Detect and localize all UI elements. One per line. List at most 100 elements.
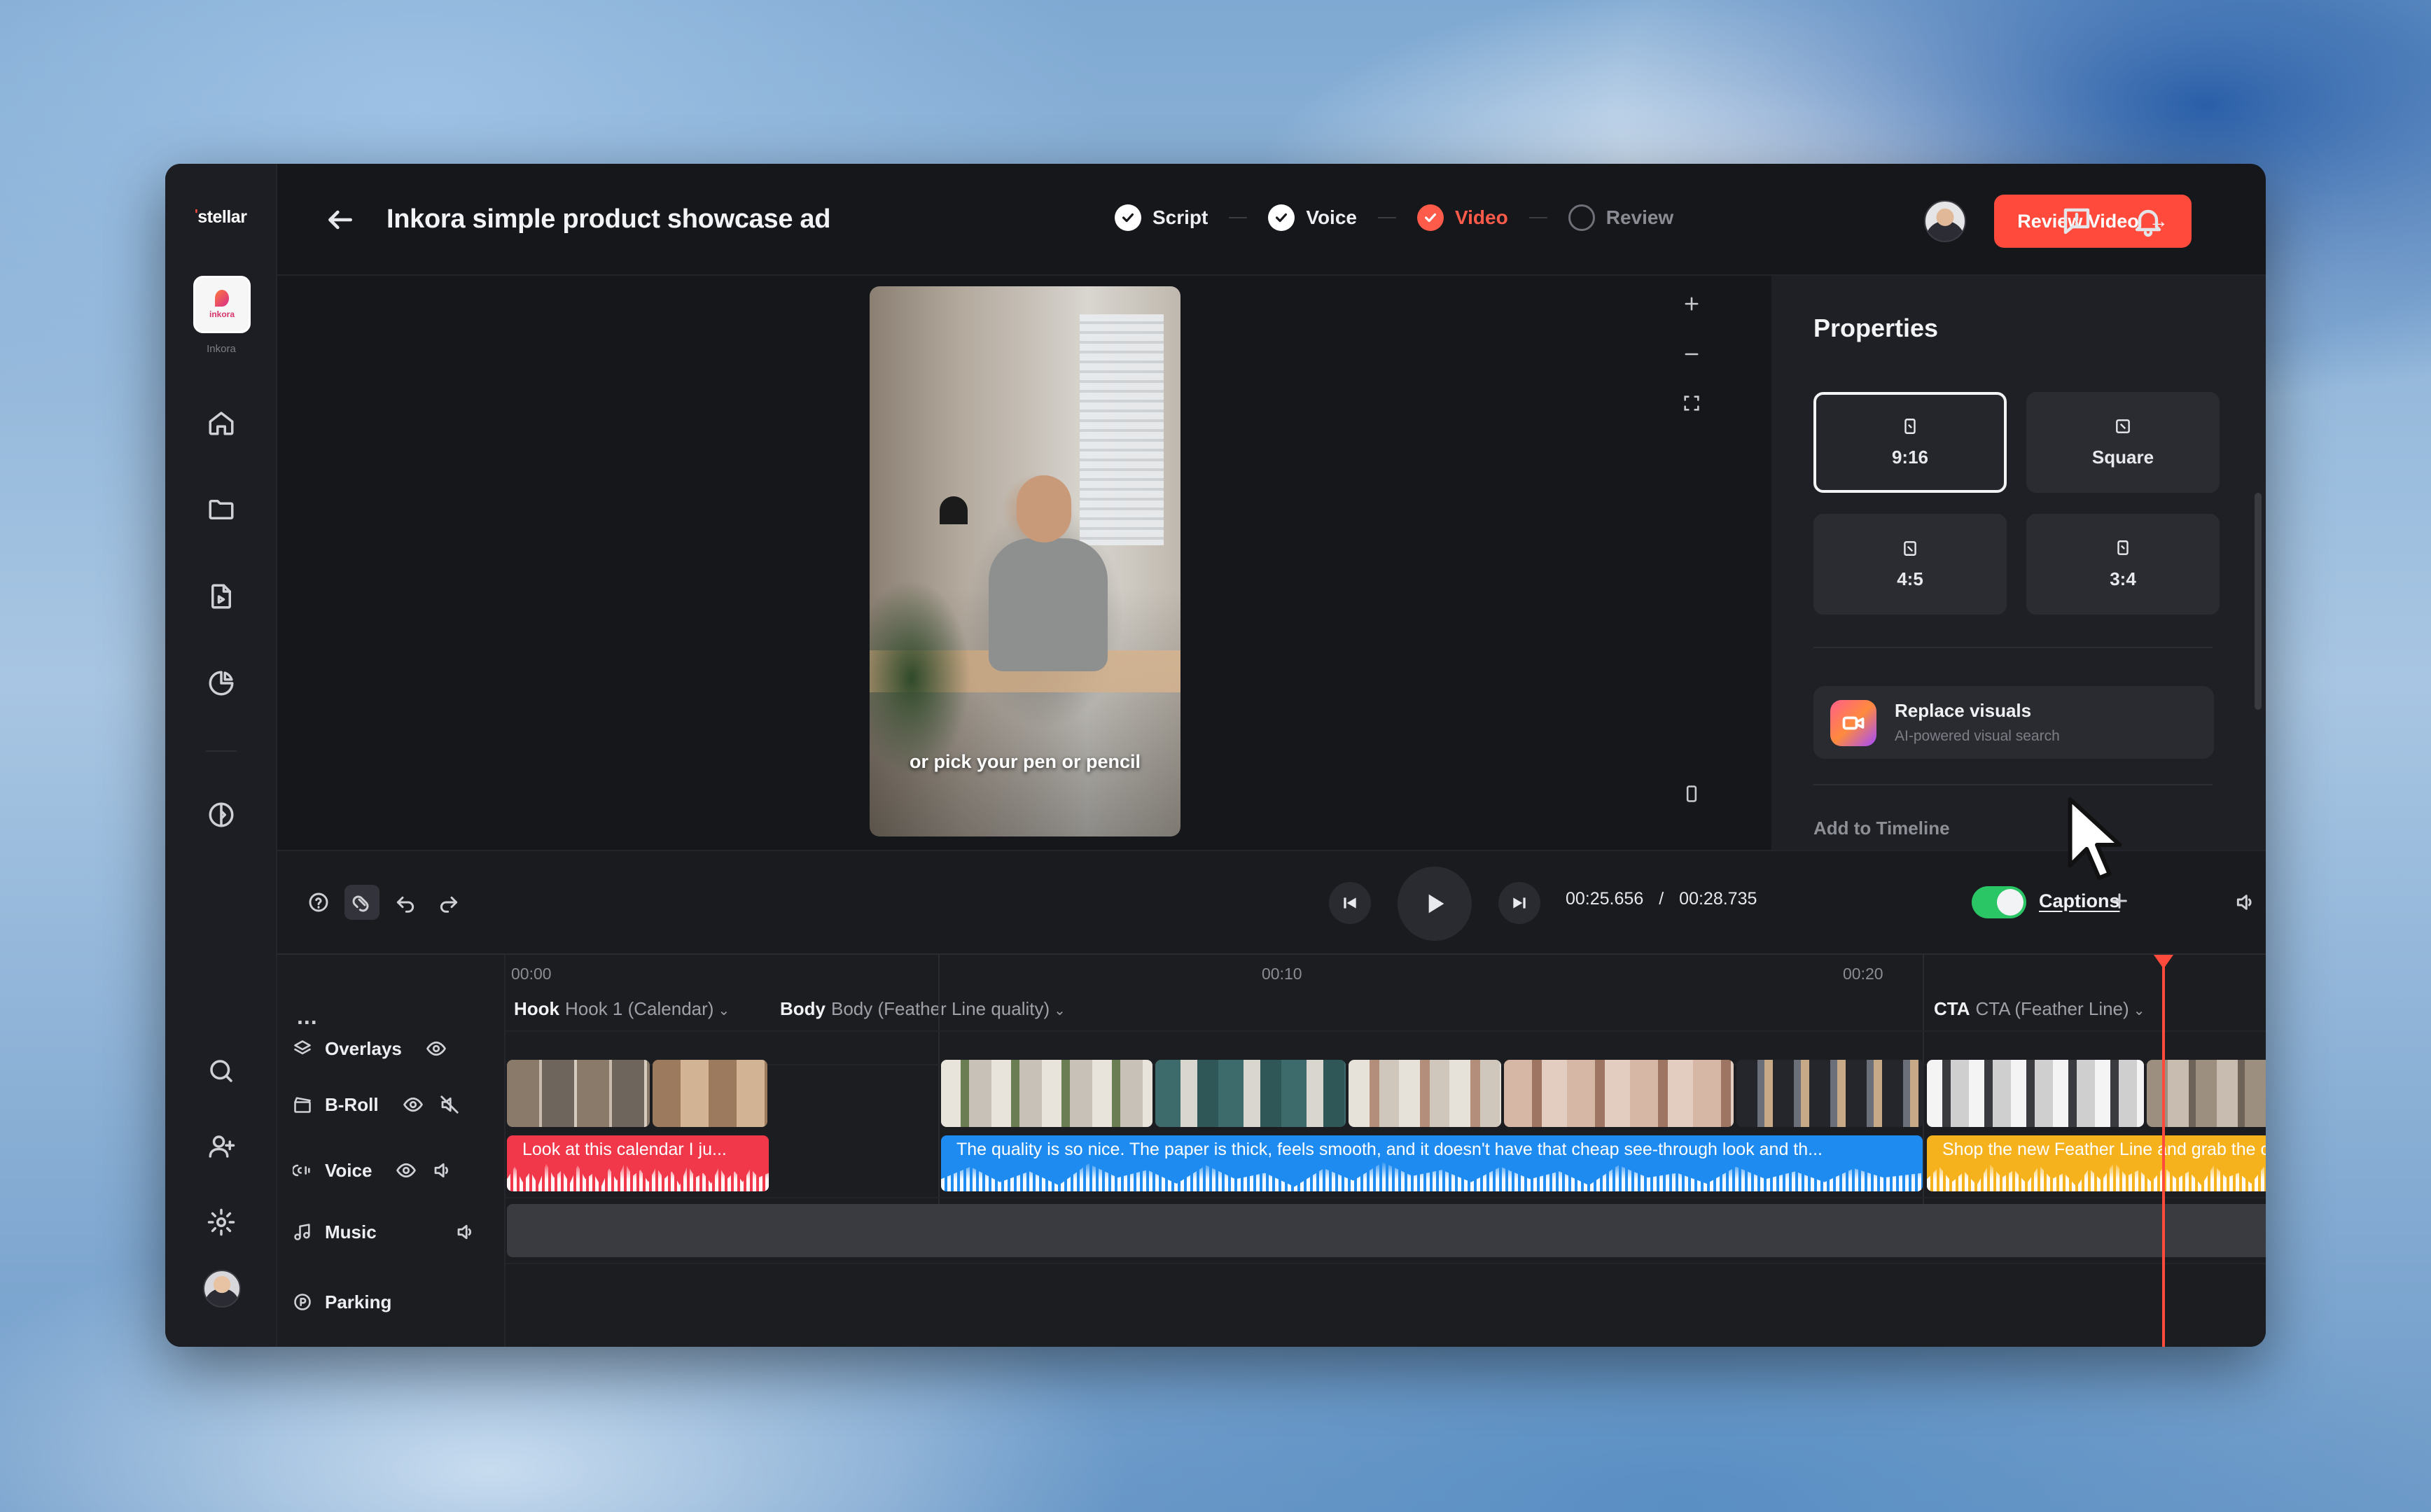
layers-icon [294,1040,311,1055]
folder-icon[interactable] [200,489,242,531]
volume-icon[interactable] [432,1160,453,1181]
section-body[interactable]: Body Body (Feather Line quality) ⌄ [780,998,1066,1020]
broll-clip[interactable] [1736,1060,1924,1127]
app-logo[interactable]: 'stellar [195,207,247,227]
track-music[interactable]: Music [293,1218,476,1246]
replace-visuals-subtitle: AI-powered visual search [1895,728,2060,744]
broll-clip[interactable] [653,1060,767,1127]
workspace-badge[interactable]: inkora [193,276,251,333]
skip-back-button[interactable] [1329,882,1371,924]
volume-icon[interactable] [2228,885,2263,920]
section-detail: Hook 1 (Calendar) [565,998,714,1019]
step-voice[interactable]: Voice [1268,204,1357,231]
settings-gear-icon[interactable] [200,1201,242,1243]
analytics-icon[interactable] [200,662,242,704]
bell-icon[interactable] [2131,204,2165,238]
eye-icon[interactable] [426,1038,447,1059]
ruler-tick: 00:00 [511,965,552,983]
timeline-zoom-in-icon[interactable] [2102,883,2137,918]
properties-scrollbar[interactable] [2255,493,2262,710]
step-connector [1528,217,1547,218]
step-video[interactable]: Video [1416,204,1508,231]
help-icon[interactable] [301,885,336,920]
workspace-logo-icon [215,290,229,307]
music-clip[interactable] [507,1204,2266,1257]
eye-icon[interactable] [403,1094,424,1115]
track-label: Parking [325,1291,392,1312]
more-options-icon[interactable]: ... [297,1004,318,1030]
logo-text: stellar [197,207,247,227]
mouse-cursor-icon [2068,797,2122,881]
profile-avatar[interactable] [203,1270,241,1308]
row-divider [506,1030,2266,1032]
mute-icon[interactable] [439,1094,460,1115]
step-review[interactable]: Review [1568,204,1673,231]
broll-clip[interactable] [1927,1060,2144,1127]
volume-icon[interactable] [455,1222,476,1242]
header: Inkora simple product showcase ad Script… [277,164,2266,276]
add-user-icon[interactable] [200,1126,242,1168]
play-icon [1428,894,1444,913]
waveform [1927,1162,2266,1191]
redo-icon[interactable] [431,885,466,920]
track-voice[interactable]: Voice [293,1156,453,1184]
preview-window-blinds [1080,314,1164,545]
captions-toggle[interactable] [1972,886,2026,918]
search-icon[interactable] [200,1050,242,1092]
step-script[interactable]: Script [1115,204,1208,231]
workflow-steps: Script Voice Video Review [1115,204,1673,231]
broll-clip[interactable] [941,1060,1152,1127]
device-frame-icon[interactable] [1678,780,1706,808]
zoom-in-icon[interactable] [1678,290,1706,318]
play-button[interactable] [1398,867,1472,941]
fullscreen-icon[interactable] [1678,389,1706,417]
track-label: Overlays [325,1037,402,1059]
zoom-out-icon[interactable] [1678,340,1706,368]
timeline: ... Overlays B-Roll Voice Music Parking … [277,955,2266,1347]
ratio-3-4-icon [2117,540,2129,555]
section-hook[interactable]: Hook Hook 1 (Calendar) ⌄ [514,998,730,1020]
brand-kit-icon[interactable] [200,794,242,836]
ratio-9-16-button[interactable]: 9:16 [1813,392,2007,493]
ratio-square-button[interactable]: Square [2026,392,2220,493]
back-arrow-icon[interactable] [325,204,356,235]
ratio-3-4-button[interactable]: 3:4 [2026,514,2220,615]
row-divider [506,1197,2266,1198]
voice-clip[interactable]: Shop the new Feather Line and grab the c… [1927,1135,2266,1191]
chevron-down-icon: ⌄ [1054,1003,1066,1018]
skip-forward-button[interactable] [1498,882,1540,924]
skip-back-icon [1344,897,1356,909]
voice-clip[interactable]: Look at this calendar I ju... [507,1135,769,1191]
video-file-icon[interactable] [200,575,242,617]
workspace-name: Inkora [207,343,236,355]
track-parking[interactable]: Parking [293,1288,391,1316]
home-icon[interactable] [200,402,242,444]
track-overlays[interactable]: Overlays [293,1035,447,1063]
preview-plant [870,517,1003,836]
ruler-tick: 00:10 [1262,965,1302,983]
broll-clip[interactable] [1504,1060,1734,1127]
workspace-badge-text: inkora [209,309,235,319]
eye-icon[interactable] [396,1160,417,1181]
step-label: Video [1454,206,1508,228]
ratio-4-5-button[interactable]: 4:5 [1813,514,2007,615]
broll-clip[interactable] [1349,1060,1501,1127]
preview-person [989,538,1108,671]
voice-clip[interactable]: The quality is so nice. The paper is thi… [941,1135,1923,1191]
feedback-icon[interactable] [2060,204,2094,238]
undo-icon[interactable] [388,885,423,920]
time-separator: / [1659,889,1664,909]
broll-clip[interactable] [507,1060,650,1127]
magnet-snap-icon[interactable] [344,885,379,920]
step-connector [1377,217,1396,218]
preview-stage: or pick your pen or pencil [277,276,1771,850]
user-avatar[interactable] [1924,200,1966,242]
broll-clip[interactable] [1155,1060,1346,1127]
preview-caption: or pick your pen or pencil [909,751,1141,772]
track-broll[interactable]: B-Roll [293,1091,460,1119]
playhead[interactable] [2154,955,2173,1347]
replace-visuals-card[interactable]: Replace visuals AI-powered visual search [1813,686,2214,759]
page-title: Inkora simple product showcase ad [386,204,831,234]
section-cta[interactable]: CTA CTA (Feather Line) ⌄ [1934,998,2145,1020]
video-preview[interactable]: or pick your pen or pencil [870,286,1180,836]
